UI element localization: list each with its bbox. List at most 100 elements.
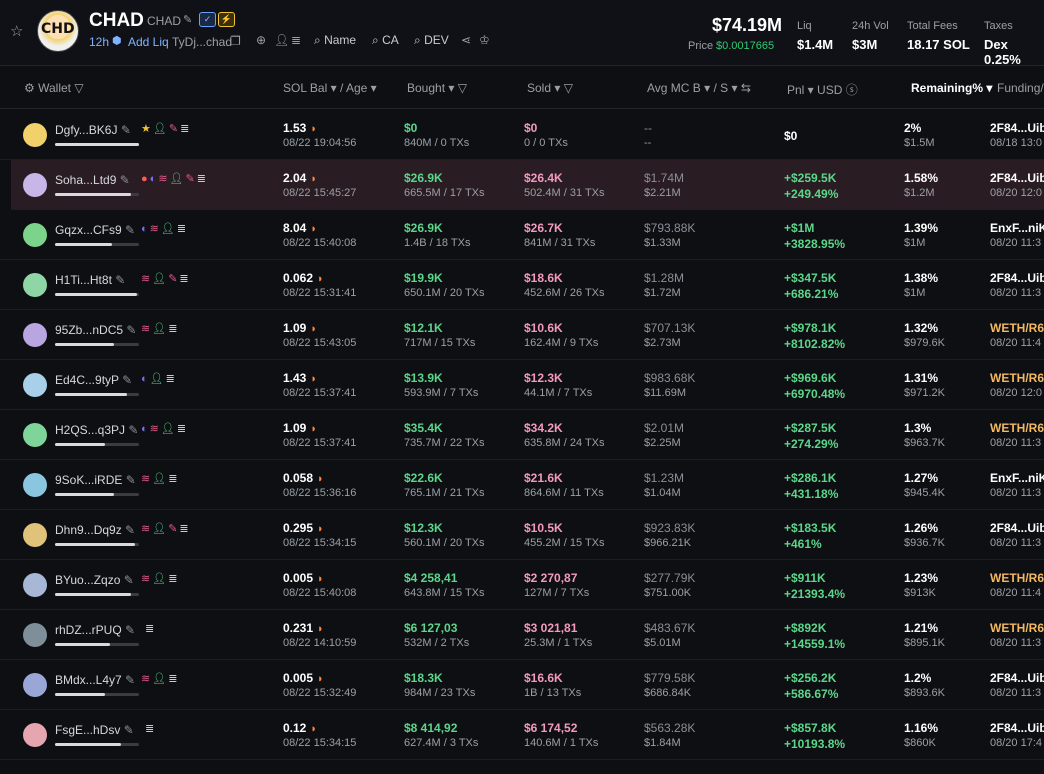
edit-icon[interactable]: ✎	[124, 573, 134, 587]
table-row[interactable]: H2QS...q3PJ ✎ ◐≋👤︎≣ 1.09 ◗ 08/22 15:37:41…	[0, 410, 1044, 460]
edit-icon[interactable]: ✎	[125, 623, 135, 637]
bought-usd: $35.4K	[404, 421, 443, 435]
edit-icon[interactable]: ✎	[126, 323, 136, 337]
table-row[interactable]: BYuo...Zqzo ✎ ≋👤︎≣ 0.005 ◗ 08/22 15:40:08…	[0, 560, 1044, 610]
wallet-address[interactable]: H1Ti...Ht8t ✎	[55, 273, 125, 287]
edit-icon[interactable]: ✎	[125, 223, 135, 237]
wallet-address[interactable]: rhDZ...rPUQ ✎	[55, 623, 135, 637]
table-row[interactable]: Gqzx...CFs9 ✎ ◐≋👤︎≣ 8.04 ◗ 08/22 15:40:08…	[0, 210, 1044, 260]
star-icon[interactable]: ☆	[10, 22, 23, 40]
avatar	[23, 623, 47, 647]
bought-detail: 765.1M / 21 TXs	[404, 487, 485, 499]
wallet-address[interactable]: H2QS...q3PJ ✎	[55, 423, 138, 437]
edit-icon[interactable]: ✎	[128, 423, 138, 437]
funding-source[interactable]: EnxF...niKu	[990, 471, 1044, 485]
edit-icon[interactable]: ✎	[120, 173, 130, 187]
funding-source[interactable]: 2F84...Uib	[990, 671, 1044, 685]
wallet-tag-icon: 👤︎	[160, 223, 177, 235]
edit-icon[interactable]: ✎	[125, 673, 135, 687]
bought-usd: $19.9K	[404, 271, 443, 285]
wallet-address[interactable]: FsgE...hDsv ✎	[55, 723, 134, 737]
liq-value: $1.4M	[797, 37, 834, 52]
add-liq-link[interactable]: Add Liq	[128, 35, 169, 49]
remaining-usd: $936.7K	[904, 537, 945, 549]
pnl-column-header[interactable]: Pnl ▾ USD ⓢ	[787, 81, 858, 98]
table-row[interactable]: 9SoK...iRDE ✎ ≋👤︎≣ 0.058 ◗ 08/22 15:36:16…	[0, 460, 1044, 510]
funding-source[interactable]: WETH/R6	[990, 421, 1044, 435]
table-row[interactable]: BMdx...L4y7 ✎ ≋👤︎≣ 0.005 ◗ 08/22 15:32:49…	[0, 660, 1044, 710]
wallet-address[interactable]: BMdx...L4y7 ✎	[55, 673, 135, 687]
bought-detail: 665.5M / 17 TXs	[404, 187, 485, 199]
wallet-tag-icon: ★	[141, 123, 153, 135]
wallet-address[interactable]: 95Zb...nDC5 ✎	[55, 323, 136, 337]
wallet-address[interactable]: 9SoK...iRDE ✎	[55, 473, 136, 487]
wallet-address[interactable]: Dgfy...BK6J ✎	[55, 123, 131, 137]
funding-source[interactable]: 2F84...Uib	[990, 121, 1044, 135]
wallet-address[interactable]: Dhn9...Dq9z ✎	[55, 523, 135, 537]
table-row[interactable]: H1Ti...Ht8t ✎ ≋👤︎✎≣ 0.062 ◗ 08/22 15:31:4…	[0, 260, 1044, 310]
edit-icon[interactable]: ✎	[126, 473, 136, 487]
sold-detail: 162.4M / 9 TXs	[524, 337, 599, 349]
sol-bal-column-header[interactable]: SOL Bal ▾ / Age ▾	[283, 81, 377, 95]
last-activity-time: 08/22 15:36:16	[283, 487, 357, 499]
wallet-tag-icon: ≣	[145, 723, 157, 735]
table-row[interactable]: FsgE...hDsv ✎ ≣ 0.12 ◗ 08/22 15:34:15 $8 …	[0, 710, 1044, 760]
table-row[interactable]: 95Zb...nDC5 ✎ ≋👤︎≣ 1.09 ◗ 08/22 15:43:05 …	[0, 310, 1044, 360]
funding-source[interactable]: EnxF...niKu	[990, 221, 1044, 235]
funding-source[interactable]: 2F84...Uib	[990, 171, 1044, 185]
wallet-tag-icon: ●	[141, 173, 150, 185]
sol-icon: ◗	[310, 323, 318, 335]
globe-icon[interactable]: ⊕	[256, 33, 266, 47]
crown-icon[interactable]: ♔	[479, 33, 490, 47]
last-activity-time: 08/22 15:34:15	[283, 537, 357, 549]
wallet-tags: ◐≋👤︎≣	[141, 422, 188, 435]
edit-icon[interactable]: ✎	[121, 123, 131, 137]
funding-source[interactable]: 2F84...Uib	[990, 271, 1044, 285]
funding-column-header[interactable]: Funding/	[997, 81, 1044, 95]
list-icon[interactable]: ≣	[291, 33, 301, 47]
wallet-address[interactable]: Ed4C...9tyP ✎	[55, 373, 132, 387]
table-row[interactable]: Ed4C...9tyP ✎ ◐👤︎≣ 1.43 ◗ 08/22 15:37:41 …	[0, 360, 1044, 410]
funding-time: 08/20 11:3	[990, 637, 1042, 649]
funding-source[interactable]: WETH/R6	[990, 371, 1044, 385]
remaining-column-header[interactable]: Remaining% ▾	[911, 81, 992, 95]
bought-detail: 1.4B / 18 TXs	[404, 237, 471, 249]
share-icon[interactable]: ⋖	[461, 33, 471, 47]
user-icon[interactable]: 👤︎	[274, 33, 289, 47]
avg-mc-column-header[interactable]: Avg MC B ▾ / S ▾ ⇆	[647, 81, 751, 95]
edit-icon[interactable]: ✎	[124, 723, 134, 737]
avatar	[23, 173, 47, 197]
pnl-percent: +8102.82%	[784, 337, 846, 351]
search-name-button[interactable]: ⌕ Name	[314, 33, 356, 48]
table-row[interactable]: Dhn9...Dq9z ✎ ≋👤︎✎≣ 0.295 ◗ 08/22 15:34:1…	[0, 510, 1044, 560]
fees-label: Total Fees	[907, 20, 958, 32]
wallet-column-header[interactable]: ⚙ Wallet ▽	[24, 81, 84, 95]
bought-column-header[interactable]: Bought ▾ ▽	[407, 81, 467, 95]
wallet-tag-icon: ≋	[149, 223, 161, 235]
wallet-address[interactable]: Soha...Ltd9 ✎	[55, 173, 130, 187]
sold-column-header[interactable]: Sold ▾ ▽	[527, 81, 573, 95]
table-row[interactable]: Soha...Ltd9 ✎ ●◐≋👤︎✎≣ 2.04 ◗ 08/22 15:45:…	[11, 160, 1044, 210]
wallet-address[interactable]: BYuo...Zqzo ✎	[55, 573, 134, 587]
copy-icon[interactable]: ❐	[230, 34, 241, 48]
bought-usd: $8 414,92	[404, 721, 458, 735]
edit-icon[interactable]: ✎	[115, 273, 125, 287]
funding-source[interactable]: WETH/R6	[990, 621, 1044, 635]
edit-icon[interactable]: ✎	[122, 373, 132, 387]
sold-usd: $26.7K	[524, 221, 563, 235]
remaining-percent: 1.38%	[904, 271, 939, 285]
funding-source[interactable]: 2F84...Uib	[990, 521, 1044, 535]
funding-source[interactable]: WETH/R6	[990, 571, 1044, 585]
edit-icon[interactable]: ✎	[125, 523, 135, 537]
table-row[interactable]: Dgfy...BK6J ✎ ★👤︎✎≣ 1.53 ◗ 08/22 19:04:56…	[0, 110, 1044, 160]
table-row[interactable]: rhDZ...rPUQ ✎ ≣ 0.231 ◗ 08/22 14:10:59 $6…	[0, 610, 1044, 660]
pnl-percent: +3828.95%	[784, 237, 846, 251]
search-dev-button[interactable]: ⌕ DEV	[414, 33, 449, 48]
funding-source[interactable]: 2F84...Uib	[990, 721, 1044, 735]
wallet-tag-icon: 👤︎	[152, 673, 169, 685]
funding-source[interactable]: WETH/R6	[990, 321, 1044, 335]
wallet-address[interactable]: Gqzx...CFs9 ✎	[55, 223, 135, 237]
edit-icon[interactable]: ✎	[183, 13, 192, 26]
wallet-tag-icon: ◐	[141, 223, 150, 235]
search-ca-button[interactable]: ⌕ CA	[372, 33, 399, 48]
